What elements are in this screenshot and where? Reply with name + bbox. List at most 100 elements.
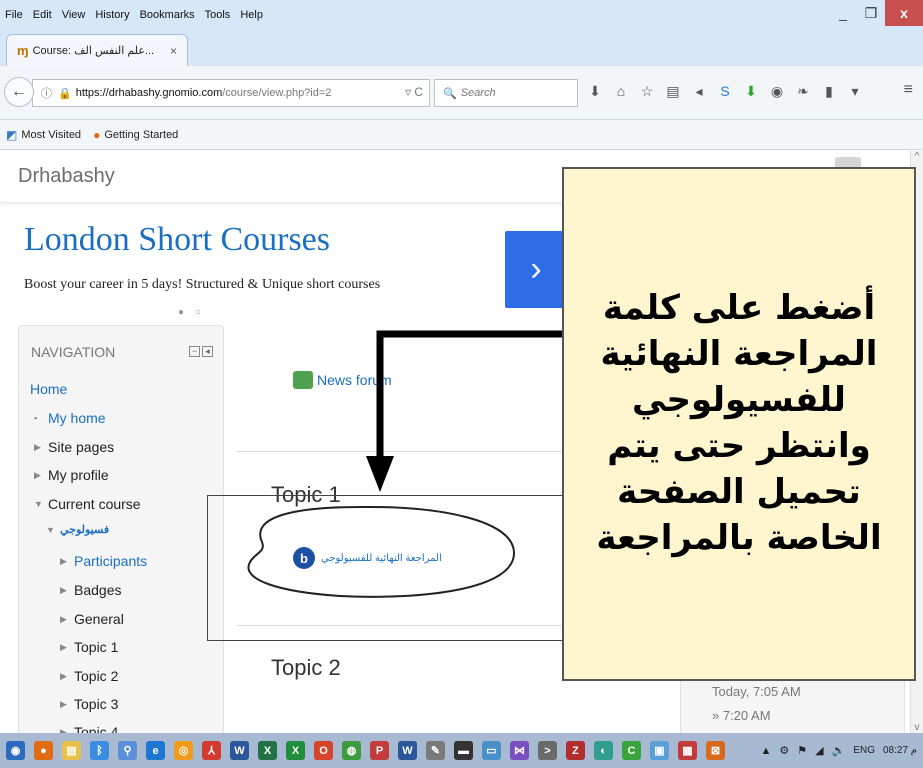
- search-box[interactable]: 🔍: [434, 79, 578, 107]
- monitor-taskbar-icon[interactable]: ▭: [482, 741, 501, 760]
- reload-icon[interactable]: ▿ C: [405, 85, 423, 99]
- send-icon[interactable]: ◂: [692, 83, 706, 100]
- dock-icon[interactable]: ◂: [202, 346, 213, 357]
- app-taskbar-icon[interactable]: ◐: [594, 741, 613, 760]
- star-icon[interactable]: ☆: [640, 83, 654, 100]
- nav-current-course[interactable]: ▼ Current course: [34, 496, 141, 512]
- menu-view[interactable]: View: [62, 9, 86, 21]
- network-icon[interactable]: ⚙: [779, 744, 789, 757]
- tray-expand-icon[interactable]: ▲: [761, 745, 772, 757]
- powerpoint-taskbar-icon[interactable]: P: [370, 741, 389, 760]
- word-taskbar-icon[interactable]: W: [230, 741, 249, 760]
- nav-my-home[interactable]: ▪ My home: [34, 410, 106, 426]
- visual-studio-taskbar-icon[interactable]: ⋈: [510, 741, 529, 760]
- close-tab-icon[interactable]: ×: [170, 44, 177, 58]
- bluetooth-taskbar-icon[interactable]: ᛒ: [90, 741, 109, 760]
- bookmark-getting-started[interactable]: ● Getting Started: [93, 128, 178, 142]
- camtasia-taskbar-icon[interactable]: C: [622, 741, 641, 760]
- start-icon[interactable]: ◉: [6, 741, 25, 760]
- nav-topic-1[interactable]: ▶ Topic 1: [60, 639, 118, 655]
- addon-icon[interactable]: ◉: [770, 83, 784, 100]
- nav-site-pages[interactable]: ▶ Site pages: [34, 439, 114, 455]
- menu-edit[interactable]: Edit: [33, 9, 52, 21]
- info-icon[interactable]: ⓘ: [41, 85, 52, 101]
- explorer-taskbar-icon[interactable]: ▤: [62, 741, 81, 760]
- search-icon: 🔍: [443, 87, 457, 100]
- back-button[interactable]: ←: [4, 77, 34, 107]
- signal-icon[interactable]: ◢: [815, 744, 823, 757]
- tab-course[interactable]: ɱ Course: علم النفس الف... ×: [6, 34, 188, 66]
- word2-taskbar-icon[interactable]: W: [398, 741, 417, 760]
- menu-file[interactable]: File: [5, 9, 23, 21]
- scroll-down-icon[interactable]: v: [911, 722, 923, 733]
- ad-pager-dots[interactable]: ● ○: [178, 307, 205, 318]
- nav-topic-3[interactable]: ▶ Topic 3: [60, 696, 118, 712]
- address-bar[interactable]: ⓘ 🔒 https://drhabashy.gnomio.com /course…: [32, 79, 430, 107]
- device-icon[interactable]: ▮: [822, 83, 836, 100]
- ie-taskbar-icon[interactable]: e: [146, 741, 165, 760]
- menu-history[interactable]: History: [95, 9, 129, 21]
- downloader-icon[interactable]: ⬇: [744, 83, 758, 100]
- dropdown-icon[interactable]: ▾: [848, 83, 862, 100]
- hamburger-menu-icon[interactable]: ≡: [904, 81, 913, 99]
- lock-icon: 🔒: [58, 87, 72, 100]
- clock[interactable]: 08:27 م: [883, 745, 917, 756]
- final-review-activity-link[interactable]: b المراجعة النهائية للفسيولوجي: [293, 547, 442, 569]
- close-window-button[interactable]: x: [885, 0, 923, 26]
- flag-icon[interactable]: ⚑: [797, 744, 807, 757]
- nav-my-profile[interactable]: ▶ My profile: [34, 467, 109, 483]
- chevron-right-icon: ▶: [60, 641, 67, 652]
- nav-label: General: [74, 611, 124, 627]
- maximize-button[interactable]: ❐: [857, 0, 885, 26]
- excel-active-taskbar-icon[interactable]: X: [286, 741, 305, 760]
- nav-topic-4[interactable]: ▶ Topic 4: [60, 724, 118, 733]
- minimize-button[interactable]: _: [829, 0, 857, 26]
- nav-topic-2[interactable]: ▶ Topic 2: [60, 668, 118, 684]
- language-indicator[interactable]: ENG: [853, 745, 875, 756]
- nav-label: Current course: [48, 496, 141, 512]
- puzzle-icon[interactable]: ❧: [796, 83, 810, 100]
- site-name[interactable]: Drhabashy: [18, 165, 115, 188]
- nav-badges[interactable]: ▶ Badges: [60, 582, 121, 598]
- nav-general[interactable]: ▶ General: [60, 611, 124, 627]
- volume-icon[interactable]: 🔈: [832, 744, 846, 757]
- nav-label: Badges: [74, 582, 122, 598]
- menu-tools[interactable]: Tools: [205, 9, 231, 21]
- chrome-taskbar-icon[interactable]: ◎: [174, 741, 193, 760]
- recorder-taskbar-icon[interactable]: ▦: [678, 741, 697, 760]
- search-input[interactable]: [460, 87, 561, 99]
- reading-list-icon[interactable]: ▤: [666, 83, 680, 100]
- collapse-icon[interactable]: −: [189, 346, 200, 357]
- globe-taskbar-icon[interactable]: ◍: [342, 741, 361, 760]
- ad-title[interactable]: London Short Courses: [24, 221, 330, 259]
- terminal-taskbar-icon[interactable]: ▬: [454, 741, 473, 760]
- search-taskbar-icon[interactable]: ⚲: [118, 741, 137, 760]
- download-icon[interactable]: ⬇: [588, 83, 602, 100]
- opera-taskbar-icon[interactable]: O: [314, 741, 333, 760]
- cmd-taskbar-icon[interactable]: >: [538, 741, 557, 760]
- event-time: » 7:20 AM: [712, 708, 771, 723]
- skype-icon[interactable]: S: [718, 83, 732, 100]
- pdf-taskbar-icon[interactable]: ⅄: [202, 741, 221, 760]
- bookmark-most-visited[interactable]: ◩ Most Visited: [6, 128, 81, 142]
- section-divider: [237, 451, 567, 452]
- url-host: https://drhabashy.gnomio.com: [75, 87, 223, 99]
- nav-home[interactable]: Home: [30, 381, 67, 397]
- forum-icon: [293, 371, 313, 389]
- system-tray: ▲ ⚙ ⚑ ◢ 🔈 ENG 08:27 م: [761, 733, 918, 768]
- menu-bookmarks[interactable]: Bookmarks: [140, 9, 195, 21]
- chevron-right-icon: ▶: [60, 698, 67, 709]
- nav-participants[interactable]: ▶ Participants: [60, 553, 147, 569]
- firefox-taskbar-icon[interactable]: ●: [34, 741, 53, 760]
- home-icon[interactable]: ⌂: [614, 83, 628, 100]
- nav-course-name[interactable]: ▼ فسيولوجي: [46, 523, 109, 536]
- photo-taskbar-icon[interactable]: ▣: [650, 741, 669, 760]
- news-forum-link[interactable]: News forum: [293, 371, 392, 389]
- scroll-up-icon[interactable]: ^: [911, 151, 923, 162]
- filezilla-taskbar-icon[interactable]: Z: [566, 741, 585, 760]
- paint-taskbar-icon[interactable]: ✎: [426, 741, 445, 760]
- ad-next-button[interactable]: ›: [505, 231, 567, 308]
- excel-taskbar-icon[interactable]: X: [258, 741, 277, 760]
- tool-taskbar-icon[interactable]: ⊠: [706, 741, 725, 760]
- menu-help[interactable]: Help: [240, 9, 263, 21]
